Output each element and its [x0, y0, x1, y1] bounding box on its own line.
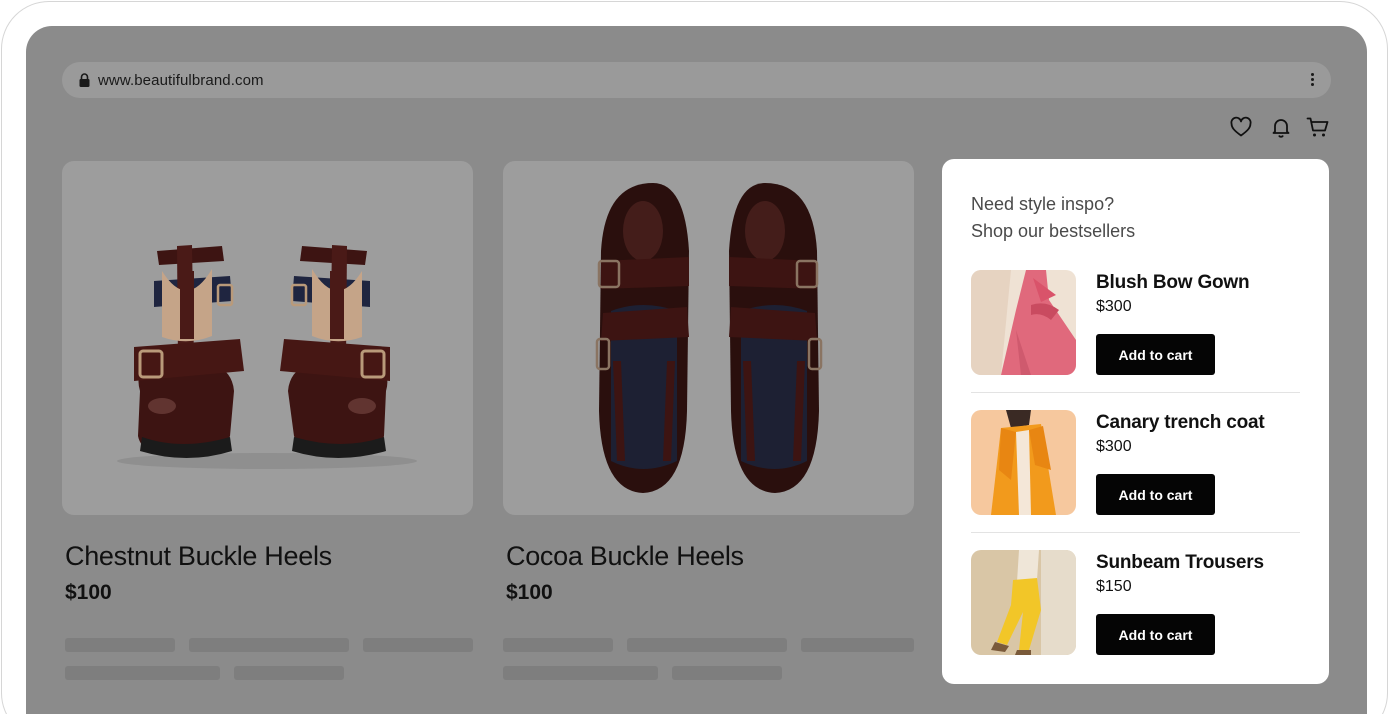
product-image[interactable]: [503, 161, 914, 515]
product-price: $100: [65, 581, 112, 604]
product-price: $100: [506, 581, 553, 604]
url-text: www.beautifulbrand.com: [98, 72, 264, 89]
address-bar[interactable]: www.beautifulbrand.com: [62, 62, 1331, 98]
product-thumbnail[interactable]: [971, 550, 1076, 655]
item-name[interactable]: Sunbeam Trousers: [1096, 552, 1264, 574]
loading-placeholder: [627, 638, 787, 652]
item-name[interactable]: Canary trench coat: [1096, 412, 1265, 434]
loading-placeholder: [801, 638, 914, 652]
popup-title: Need style inspo? Shop our bestsellers: [971, 191, 1135, 245]
product-card[interactable]: Chestnut Buckle Heels $100: [62, 161, 473, 680]
loading-placeholder: [65, 666, 220, 680]
lock-icon: [79, 73, 90, 87]
add-to-cart-button[interactable]: Add to cart: [1096, 474, 1215, 515]
loading-placeholder: [503, 666, 658, 680]
shoe-front-illustration: [117, 245, 417, 469]
shoe-top-illustration: [595, 183, 823, 493]
product-name[interactable]: Chestnut Buckle Heels: [65, 541, 332, 572]
item-price: $300: [1096, 438, 1132, 455]
bestseller-item: Canary trench coat $300 Add to cart: [971, 410, 1300, 515]
popup-title-line: Shop our bestsellers: [971, 221, 1136, 241]
bestseller-item: Sunbeam Trousers $150 Add to cart: [971, 550, 1300, 655]
product-image[interactable]: [62, 161, 473, 515]
product-thumbnail[interactable]: [971, 410, 1076, 515]
loading-placeholder: [65, 638, 175, 652]
bestsellers-popup: Need style inspo? Shop our bestsellers B…: [942, 159, 1329, 684]
heart-icon[interactable]: [1229, 115, 1253, 139]
loading-placeholder: [503, 638, 613, 652]
cart-icon[interactable]: [1306, 115, 1330, 139]
bell-icon[interactable]: [1269, 115, 1293, 139]
item-price: $150: [1096, 578, 1132, 595]
loading-placeholder: [672, 666, 782, 680]
add-to-cart-button[interactable]: Add to cart: [1096, 334, 1215, 375]
bestseller-item: Blush Bow Gown $300 Add to cart: [971, 270, 1300, 375]
loading-placeholder: [189, 638, 349, 652]
kebab-menu-icon[interactable]: [1311, 73, 1315, 87]
divider: [971, 532, 1300, 533]
divider: [971, 392, 1300, 393]
loading-placeholder: [363, 638, 473, 652]
add-to-cart-button[interactable]: Add to cart: [1096, 614, 1215, 655]
product-thumbnail[interactable]: [971, 270, 1076, 375]
loading-placeholder: [234, 666, 344, 680]
product-card[interactable]: Cocoa Buckle Heels $100: [503, 161, 914, 680]
item-price: $300: [1096, 298, 1132, 315]
popup-title-line: Need style inspo?: [971, 194, 1115, 214]
product-name[interactable]: Cocoa Buckle Heels: [506, 541, 744, 572]
item-name[interactable]: Blush Bow Gown: [1096, 272, 1250, 294]
